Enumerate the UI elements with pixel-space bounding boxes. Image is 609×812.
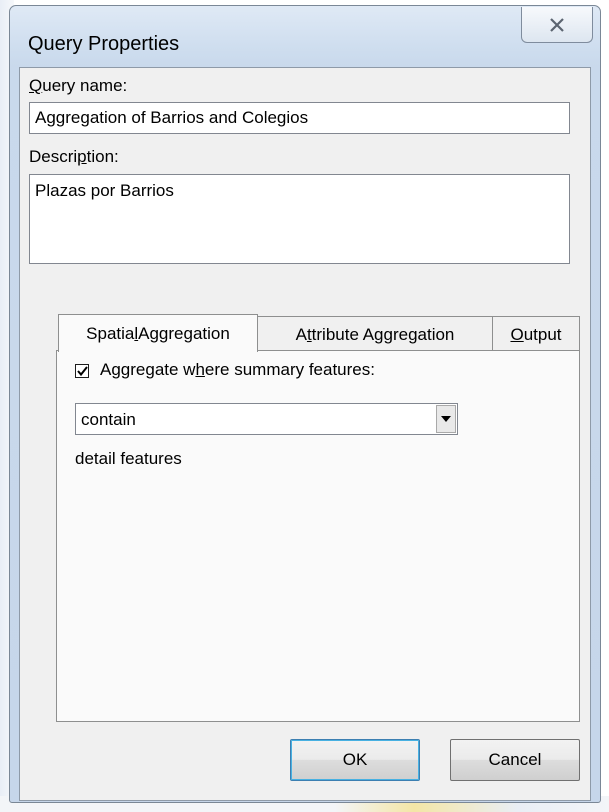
tab-spatial-aggregation[interactable]: Spatia l Aggregation — [58, 314, 258, 352]
spatial-aggregation-page: Aggregate where summary features: contai… — [56, 350, 580, 722]
chevron-down-icon — [441, 416, 451, 422]
relation-select-value: contain — [81, 410, 136, 429]
query-name-label: Query name: — [29, 76, 128, 95]
aggregate-checkbox[interactable] — [75, 364, 89, 378]
ok-button[interactable]: OK — [290, 739, 420, 781]
cancel-button[interactable]: Cancel — [450, 739, 580, 781]
description-label: Description: — [29, 147, 119, 166]
checkmark-icon — [76, 365, 88, 376]
aggregate-checkbox-label[interactable]: Aggregate where summary features: — [100, 360, 375, 380]
detail-features-label: detail features — [75, 449, 182, 468]
relation-select[interactable]: contain — [75, 403, 458, 435]
tab-attribute-aggregation[interactable]: At tribute Aggregation — [257, 316, 493, 352]
window-title: Query Properties — [28, 33, 180, 55]
close-button[interactable] — [521, 7, 593, 43]
tab-output[interactable]: Output — [492, 316, 580, 352]
description-textarea[interactable]: Plazas por Barrios — [29, 174, 570, 264]
close-icon — [550, 17, 564, 32]
query-properties-dialog: Query Properties Query name: Aggregation… — [9, 5, 601, 803]
dropdown-arrow-button[interactable] — [436, 405, 456, 433]
query-name-input[interactable]: Aggregation of Barrios and Colegios — [29, 102, 570, 134]
dialog-client-area: Query name: Aggregation of Barrios and C… — [19, 67, 591, 801]
